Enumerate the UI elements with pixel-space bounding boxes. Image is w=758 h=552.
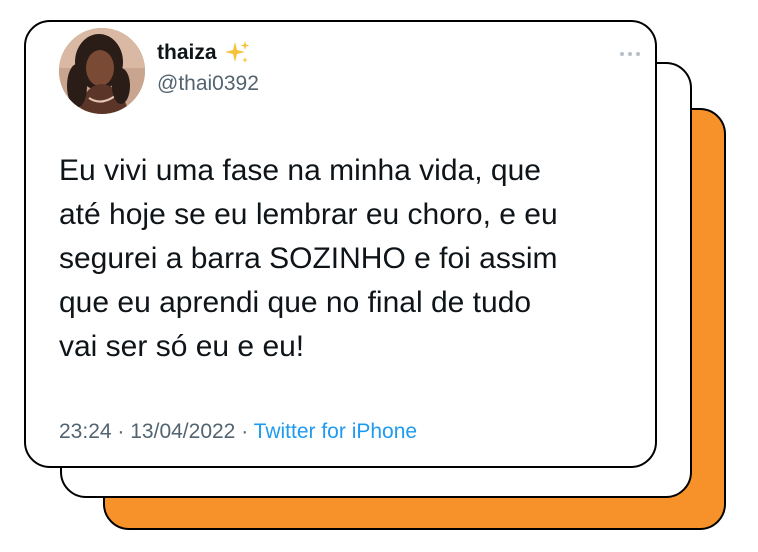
tweet-text-line: vai ser só eu e eu!: [59, 330, 305, 363]
display-name[interactable]: thaiza: [157, 41, 217, 65]
tweet-time[interactable]: 23:24: [59, 420, 112, 443]
tweet-text: Eu vivi uma fase na minha vida, que até …: [59, 149, 639, 369]
tweet-text-line: que eu aprendi que no final de tudo: [59, 286, 532, 319]
tweet-meta: 23:24 · 13/04/2022 · Twitter for iPhone: [59, 420, 417, 444]
tweet-date[interactable]: 13/04/2022: [130, 420, 235, 443]
tweet-text-line: Eu vivi uma fase na minha vida, que: [59, 154, 541, 187]
tweet-source-link[interactable]: Twitter for iPhone: [254, 420, 417, 443]
tweet-text-line: até hoje se eu lembrar eu choro, e eu: [59, 198, 558, 231]
meta-separator: ·: [117, 420, 125, 443]
avatar[interactable]: [59, 28, 145, 114]
meta-separator: ·: [241, 420, 249, 443]
name-row: thaiza: [157, 39, 251, 67]
avatar-photo: [59, 28, 145, 114]
sparkles-icon: [223, 39, 251, 67]
tweet-card[interactable]: thaiza @thai0392 Eu vivi uma fase na min…: [24, 20, 657, 468]
tweet-text-line: segurei a barra SOZINHO e foi assim: [59, 242, 558, 275]
more-options-icon[interactable]: [616, 48, 644, 60]
user-handle[interactable]: @thai0392: [157, 72, 259, 96]
